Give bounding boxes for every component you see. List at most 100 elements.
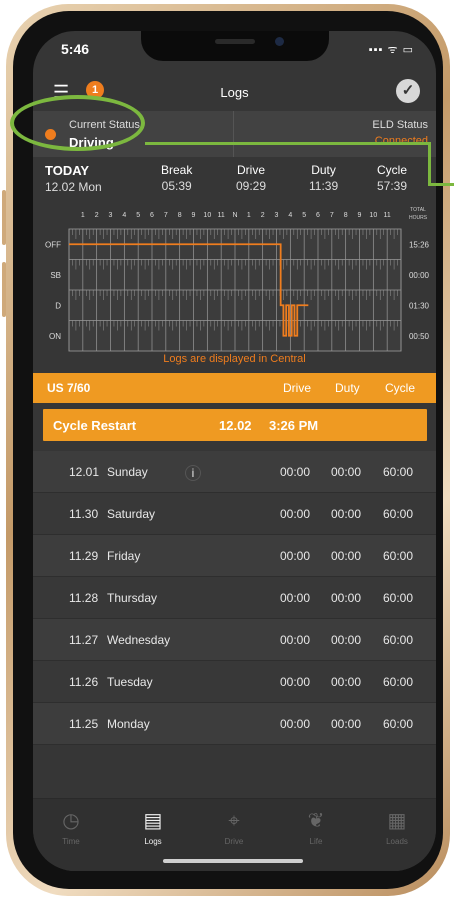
row-date: 11.30 — [69, 507, 99, 521]
tab-label: Drive — [224, 837, 244, 846]
drive-label: Drive — [237, 163, 266, 177]
daily-log-row[interactable]: 11.25 Monday 00:00 00:00 60:00 — [33, 703, 436, 745]
duty-value: 11:39 — [309, 179, 339, 193]
chart-hour-label: 7 — [330, 212, 334, 219]
row-drive: 00:00 — [280, 717, 311, 731]
home-indicator[interactable] — [163, 859, 303, 863]
break-value: 05:39 — [161, 179, 192, 193]
cycle-value: 57:39 — [377, 179, 408, 193]
chart-hour-label: 3 — [275, 212, 279, 219]
chart-hour-label: 3 — [109, 212, 113, 219]
daily-log-row[interactable]: 11.29 Friday 00:00 00:00 60:00 — [33, 535, 436, 577]
camera — [275, 37, 284, 46]
row-date: 11.27 — [69, 633, 99, 647]
cycle-restart-label: Cycle Restart — [53, 418, 137, 433]
callout-line — [428, 142, 431, 186]
row-cycle: 60:00 — [383, 507, 414, 521]
col-duty-header: Duty — [335, 381, 360, 395]
cycle-label: Cycle — [377, 163, 408, 177]
chart-row-label: ON — [49, 332, 61, 341]
daily-log-row[interactable]: 11.28 Thursday 00:00 00:00 60:00 — [33, 577, 436, 619]
row-cycle: 60:00 — [383, 717, 414, 731]
chart-hour-label: 5 — [302, 212, 306, 219]
logbook-icon: ▤ — [143, 810, 163, 832]
row-cycle: 60:00 — [383, 549, 414, 563]
chart-row-total: 00:00 — [409, 271, 430, 280]
callout-line — [428, 183, 454, 186]
clock-icon: ◷ — [62, 810, 80, 832]
daily-log-row[interactable]: 11.26 Tuesday 00:00 00:00 60:00 — [33, 661, 436, 703]
duty-status-chart-svg: 1 2 3 4 5 6 7 8 9 10 11 N 1 2 3 4 5 6 7 8 9 10 11 TOTAL HOURS OFF… — [45, 207, 430, 370]
tab-life[interactable]: ❦ Life — [281, 809, 351, 846]
chart-hour-label: 9 — [358, 212, 362, 219]
daily-log-row[interactable]: 12.01 Sunday i 00:00 00:00 60:00 — [33, 451, 436, 493]
cycle-cell: Cycle 57:39 — [377, 163, 407, 193]
tab-label: Loads — [386, 837, 408, 846]
cycle-restart-banner[interactable]: Cycle Restart 12.02 3:26 PM — [43, 409, 427, 441]
row-date: 12.01 — [69, 465, 100, 479]
chart-row-total: 15:26 — [409, 240, 430, 249]
tab-drive[interactable]: ⌖ Drive — [199, 809, 269, 846]
row-duty: 00:00 — [331, 507, 362, 521]
row-day: Friday — [107, 549, 141, 563]
chart-hour-label: 1 — [247, 212, 251, 219]
eld-status-label: ELD Status — [372, 119, 428, 131]
chart-hour-label: 2 — [95, 212, 99, 219]
row-drive: 00:00 — [280, 465, 311, 479]
chart-hour-label: 8 — [178, 212, 182, 219]
tab-loads[interactable]: ▦ Loads — [362, 809, 432, 846]
chart-total-label: TOTAL — [410, 207, 426, 213]
highlight-circle — [10, 95, 145, 151]
speaker — [215, 39, 255, 44]
phone-side-button — [2, 190, 6, 245]
chart-hour-label: 8 — [344, 212, 348, 219]
phone-side-button — [2, 262, 6, 317]
row-cycle: 60:00 — [383, 675, 414, 689]
row-duty: 00:00 — [331, 591, 362, 605]
row-date: 11.25 — [69, 717, 99, 731]
row-date: 11.26 — [69, 675, 99, 689]
row-duty: 00:00 — [331, 675, 362, 689]
logs-timezone-note: Logs are displayed in Central — [163, 353, 306, 365]
chart-hour-label: 4 — [122, 212, 126, 219]
row-duty: 00:00 — [331, 633, 362, 647]
cycle-restart-time: 3:26 PM — [269, 418, 319, 433]
chart-hours-label: HOURS — [409, 215, 428, 221]
daily-log-row[interactable]: 11.27 Wednesday 00:00 00:00 60:00 — [33, 619, 436, 661]
chart-row-total: 01:30 — [409, 301, 430, 310]
clock: 5:46 — [61, 41, 90, 57]
duty-status-chart: 1 2 3 4 5 6 7 8 9 10 11 N 1 2 3 4 5 6 7 8 9 10 11 TOTAL HOURS OFF… — [33, 199, 436, 370]
row-day: Tuesday — [107, 675, 153, 689]
chart-hour-label: 1 — [81, 212, 85, 219]
today-date: 12.02 Mon — [45, 180, 102, 194]
daily-log-row[interactable]: 11.30 Saturday 00:00 00:00 60:00 — [33, 493, 436, 535]
tab-label: Life — [309, 837, 323, 846]
leaf-icon: ❦ — [307, 810, 325, 832]
row-cycle: 60:00 — [383, 633, 414, 647]
tab-bar: ◷ Time ▤ Logs ⌖ Drive ❦ Life ▦ Loads — [33, 798, 436, 871]
tab-time[interactable]: ◷ Time — [36, 809, 106, 846]
eld-status-value[interactable]: Connected — [375, 135, 428, 147]
boxes-icon: ▦ — [387, 810, 407, 832]
row-day: Sunday — [107, 465, 148, 479]
today-cell: TODAY 12.02 Mon — [45, 163, 102, 194]
col-cycle-header: Cycle — [385, 381, 416, 395]
row-day: Monday — [107, 717, 150, 731]
info-icon[interactable]: i — [185, 465, 201, 481]
chart-hour-label: 11 — [384, 212, 391, 219]
row-drive: 00:00 — [280, 507, 311, 521]
hours-summary: TODAY 12.02 Mon Break 05:39 Drive 09:29 … — [33, 159, 436, 199]
chart-hour-label: 11 — [218, 212, 225, 219]
tab-logs[interactable]: ▤ Logs — [118, 809, 188, 846]
drive-value: 09:29 — [236, 179, 267, 193]
signal-wifi-battery-icon: ▪▪▪ ᯤ ▭ — [368, 44, 414, 56]
drive-cell: Drive 09:29 — [236, 163, 266, 193]
divider — [233, 111, 234, 157]
break-cell: Break 05:39 — [161, 163, 192, 193]
check-icon[interactable]: ✓ — [396, 79, 420, 103]
chart-hour-label: N — [232, 212, 237, 219]
today-label: TODAY — [45, 163, 90, 178]
notch — [141, 31, 329, 61]
chart-hour-label: 5 — [136, 212, 140, 219]
chart-hour-label: 2 — [261, 212, 265, 219]
